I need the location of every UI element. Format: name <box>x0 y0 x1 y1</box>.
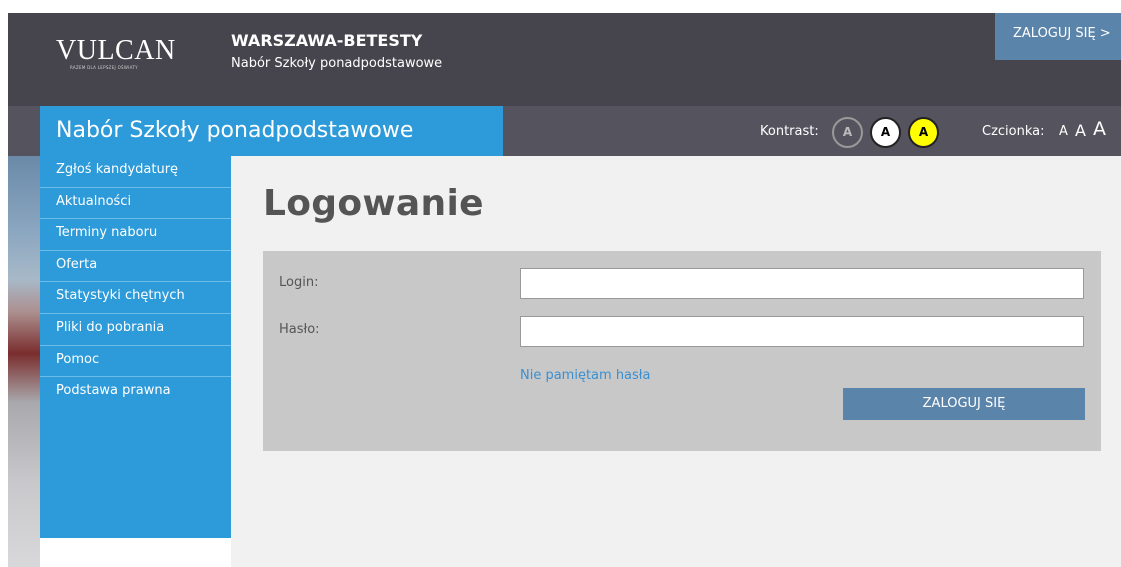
sidebar-item-terminy-naboru[interactable]: Terminy naboru <box>40 219 231 251</box>
login-form: Login: Hasło: Nie pamiętam hasła ZALOGUJ… <box>263 251 1101 451</box>
page-title: Logowanie <box>263 183 484 224</box>
sidebar-item-aktualnosci[interactable]: Aktualności <box>40 188 231 220</box>
header-login-button[interactable]: ZALOGUJ SIĘ > <box>995 13 1121 60</box>
page: VULCAN RAZEM DLA LEPSZEJ OŚWIATY WARSZAW… <box>0 0 1121 567</box>
sidebar-item-oferta[interactable]: Oferta <box>40 251 231 283</box>
login-submit-button[interactable]: ZALOGUJ SIĘ <box>843 388 1085 420</box>
vulcan-logo[interactable]: VULCAN RAZEM DLA LEPSZEJ OŚWIATY <box>56 35 176 70</box>
unit-name: WARSZAWA-BETESTY <box>231 31 423 50</box>
sidebar-menu: Zgłoś kandydaturę Aktualności Terminy na… <box>40 156 231 538</box>
login-input[interactable] <box>520 268 1084 299</box>
font-size-medium-button[interactable]: A <box>1075 121 1086 140</box>
sidebar-item-statystyki[interactable]: Statystyki chętnych <box>40 282 231 314</box>
password-label: Hasło: <box>279 322 320 337</box>
login-label: Login: <box>279 275 319 290</box>
logo-text: VULCAN <box>56 35 176 66</box>
forgot-password-link[interactable]: Nie pamiętam hasła <box>520 368 650 383</box>
contrast-black-white-button[interactable]: A <box>870 117 901 148</box>
sidebar-item-pomoc[interactable]: Pomoc <box>40 346 231 378</box>
unit-subtitle: Nabór Szkoły ponadpodstawowe <box>231 56 443 71</box>
sidebar-item-zglos-kandydature[interactable]: Zgłoś kandydaturę <box>40 156 231 188</box>
background-photo <box>8 156 40 567</box>
system-title: Nabór Szkoły ponadpodstawowe <box>40 106 503 156</box>
contrast-default-button[interactable]: A <box>832 117 863 148</box>
contrast-label: Kontrast: <box>760 124 819 139</box>
sidebar-item-podstawa-prawna[interactable]: Podstawa prawna <box>40 377 231 409</box>
font-size-label: Czcionka: <box>982 124 1045 139</box>
top-header: VULCAN RAZEM DLA LEPSZEJ OŚWIATY WARSZAW… <box>8 13 1121 106</box>
font-size-small-button[interactable]: A <box>1059 124 1068 139</box>
password-input[interactable] <box>520 316 1084 347</box>
contrast-yellow-button[interactable]: A <box>908 117 939 148</box>
sub-header: Nabór Szkoły ponadpodstawowe Kontrast: A… <box>8 106 1121 156</box>
sidebar-item-pliki[interactable]: Pliki do pobrania <box>40 314 231 346</box>
font-size-large-button[interactable]: A <box>1093 118 1106 140</box>
